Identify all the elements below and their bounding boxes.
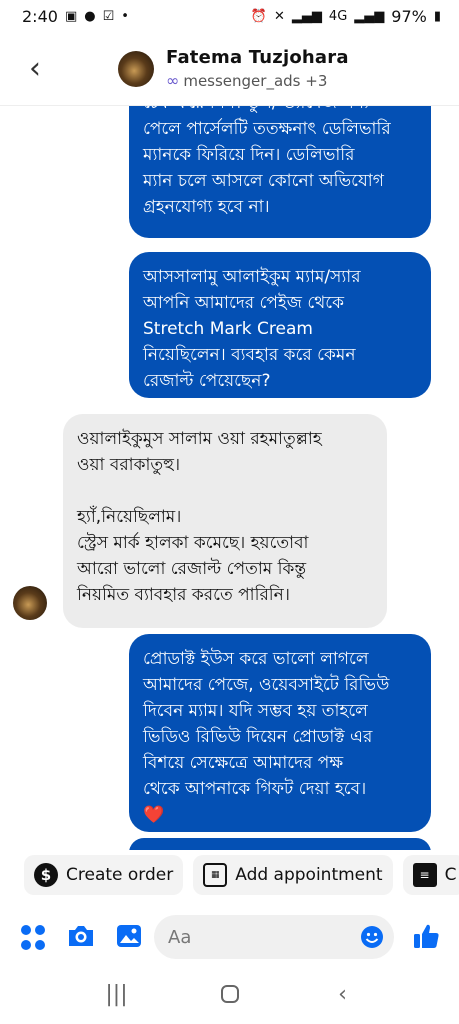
status-bar: 2:40 ▣ ● ☑ • ⏰ ✕ ▂▄▆ 4G ▂▄▆ 97% ▮ (0, 0, 459, 32)
third-quick-action-label: C (444, 865, 457, 885)
create-order-button[interactable]: $ Create order (24, 855, 184, 895)
message-line: চেক করে নিন। ভুল/ ড্যামেজ পণ্য (143, 106, 417, 116)
recent-apps-icon: ||| (105, 981, 128, 1007)
message-line: আমাদের পেজে, ওয়েবসাইটে রিভিউ (143, 675, 390, 695)
message-bubble-outgoing[interactable]: আসসালামু আলাইকুম ম্যাম/স্যার আপনি আমাদের… (129, 252, 431, 398)
camera-icon[interactable] (66, 922, 96, 950)
message-bubble-outgoing[interactable]: চেক করে নিন। ভুল/ ড্যামেজ পণ্য পেলে পার্… (129, 106, 431, 238)
battery-percentage: 97% (391, 6, 427, 26)
message-line: নিয়েছিলেন। ব্যবহার করে কেমন (143, 345, 356, 365)
thumbs-up-icon[interactable] (410, 920, 442, 952)
system-navigation-bar: ||| ‹ (0, 964, 459, 1024)
message-line: হ্যাঁ,নিয়েছিলাম। (77, 507, 182, 527)
message-line: ম্যানকে ফিরিয়ে দিন। ডেলিভারি (143, 145, 355, 165)
more-actions-icon[interactable] (20, 924, 46, 950)
back-button[interactable]: ‹ (0, 32, 70, 106)
heart-emoji: ❤️ (143, 805, 165, 825)
message-line: আরো ভালো রেজাল্ট পেতাম কিন্তু (77, 559, 307, 579)
back-nav-button[interactable]: ‹ (323, 974, 363, 1014)
message-list[interactable]: চেক করে নিন। ভুল/ ড্যামেজ পণ্য পেলে পার্… (0, 106, 459, 850)
message-line: ওয়া বরাকাতুহু। (77, 455, 181, 475)
gallery-notification-icon: ▣ (64, 8, 78, 24)
message-bubble-outgoing[interactable]: প্রোডাক্ট ইউস করে ভালো লাগলে আমাদের পেজে… (129, 634, 431, 832)
sender-avatar[interactable] (13, 586, 47, 620)
message-line: রেজাল্ট পেয়েছেন? (143, 371, 271, 391)
message-composer: Aa (0, 910, 459, 962)
message-line: নিয়মিত ব্যাবহার করতে পারিনি। (77, 585, 290, 605)
check-notification-icon: ☑ (102, 8, 115, 24)
third-quick-action-button[interactable]: ≡ C (402, 855, 459, 895)
message-notification-icon: ● (84, 8, 96, 24)
contact-info[interactable]: Fatema Tuzjohara ∞ messenger_ads +3 (166, 47, 349, 90)
contact-avatar[interactable] (118, 50, 154, 87)
message-line: দিবেন ম্যাম। যদি সম্ভব হয় তাহলে (143, 701, 368, 721)
message-line: প্রোডাক্ট ইউস করে ভালো লাগলে (143, 649, 369, 669)
home-button[interactable] (210, 974, 250, 1014)
add-appointment-button[interactable]: ▦ Add appointment (193, 855, 393, 895)
message-bubble-incoming[interactable]: ওয়ালাইকুমুস সালাম ওয়া রহমাতুল্লাহ ওয়া… (63, 414, 387, 628)
message-line: Stretch Mark Cream (143, 319, 313, 339)
message-input-placeholder: Aa (168, 926, 192, 948)
recent-apps-button[interactable]: ||| (97, 974, 137, 1014)
mute-icon: ✕ (274, 8, 285, 24)
more-notifications-icon: • (121, 8, 129, 24)
message-input[interactable]: Aa (154, 915, 394, 959)
chevron-left-icon: ‹ (29, 51, 41, 86)
status-left: 2:40 ▣ ● ☑ • (22, 7, 129, 26)
quick-actions-bar: $ Create order ▦ Add appointment ≡ C (0, 855, 459, 901)
message-line: বিশয়ে সেক্ষেত্রে আমাদের পক্ষ (143, 753, 344, 773)
battery-icon: ▮ (433, 8, 441, 24)
conversation-header: ‹ Fatema Tuzjohara ∞ messenger_ads +3 (0, 32, 459, 106)
contact-name: Fatema Tuzjohara (166, 47, 349, 68)
create-order-label: Create order (66, 865, 174, 885)
meta-infinity-icon: ∞ (166, 71, 180, 90)
signal-icon: ▂▄▆ (291, 8, 322, 24)
dollar-icon: $ (34, 863, 58, 887)
back-nav-icon: ‹ (338, 981, 347, 1007)
emoji-icon[interactable] (360, 925, 384, 949)
message-line: আসসালামু আলাইকুম ম্যাম/স্যার (143, 267, 361, 287)
contact-subtitle: ∞ messenger_ads +3 (166, 71, 349, 90)
alarm-icon: ⏰ (250, 8, 268, 24)
message-line: ভিডিও রিভিউ দিয়েন প্রোডাক্ট এর (143, 727, 373, 747)
document-icon: ≡ (412, 863, 437, 887)
contact-subtitle-text: messenger_ads +3 (183, 71, 328, 90)
home-icon (220, 985, 239, 1003)
calendar-icon: ▦ (203, 863, 228, 887)
gallery-icon[interactable] (114, 922, 144, 950)
signal-2-icon: ▂▄▆ (354, 8, 385, 24)
network-type-label: 4G (328, 8, 348, 24)
message-line: ম্যান চলে আসলে কোনো অভিযোগ (143, 171, 384, 191)
message-bubble-outgoing-partial[interactable] (129, 838, 431, 850)
message-line: থেকে আপনাকে গিফট দেয়া হবে। (143, 779, 367, 799)
add-appointment-label: Add appointment (235, 865, 383, 885)
message-line: আপনি আমাদের পেইজ থেকে (143, 293, 345, 313)
status-time: 2:40 (22, 6, 58, 26)
status-right: ⏰ ✕ ▂▄▆ 4G ▂▄▆ 97% ▮ (251, 7, 441, 26)
message-line: স্ট্রেস মার্ক হালকা কমেছে। হয়তোবা (77, 533, 309, 553)
message-line: গ্রহনযোগ্য হবে না। (143, 197, 270, 217)
message-line: ওয়ালাইকুমুস সালাম ওয়া রহমাতুল্লাহ (77, 429, 322, 449)
message-line: পেলে পার্সেলটি ততক্ষনাৎ ডেলিভারি (143, 119, 391, 139)
